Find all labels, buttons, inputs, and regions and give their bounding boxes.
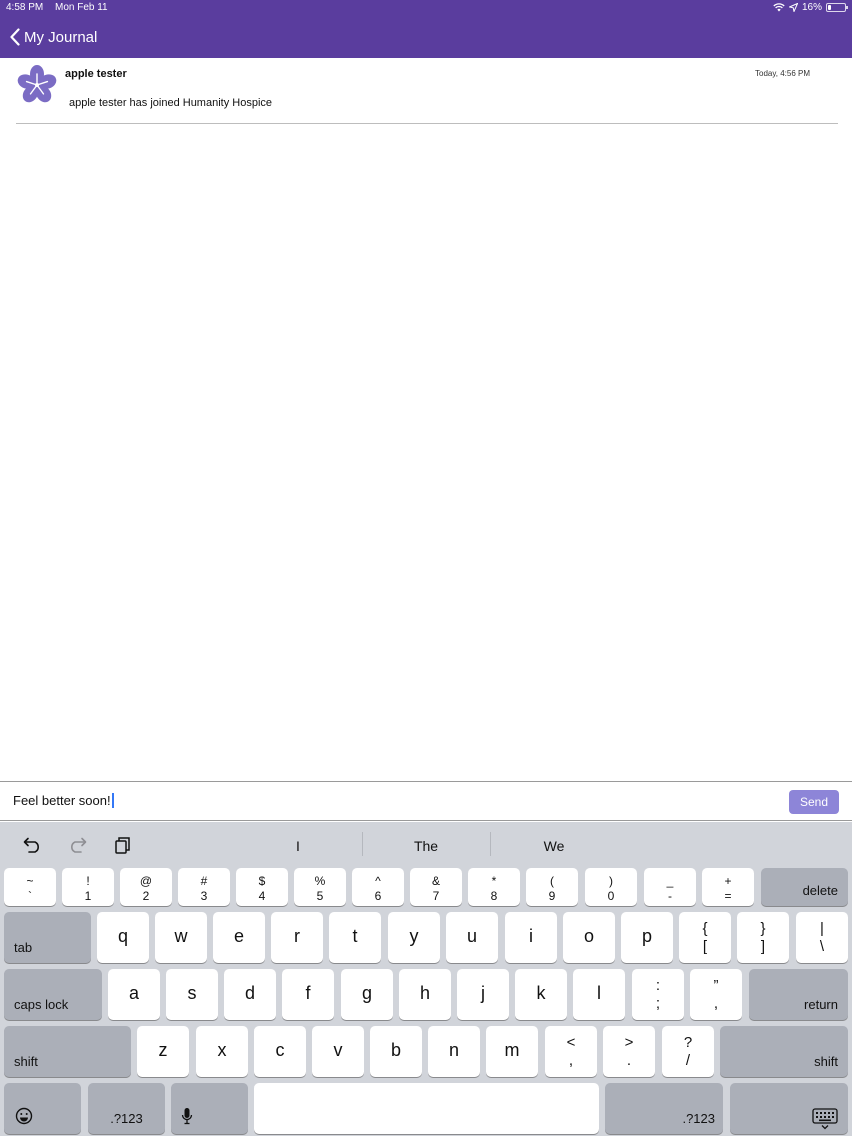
key-2[interactable]: @2: [120, 868, 172, 906]
location-icon: [788, 3, 798, 12]
key-i[interactable]: i: [505, 912, 557, 963]
chevron-left-icon: [10, 28, 20, 46]
key-6[interactable]: ^ 6: [352, 868, 404, 906]
nav-bar: 4:58 PM Mon Feb 11 16% My Journal: [0, 0, 852, 58]
text-caret: [111, 793, 114, 808]
suggestion-3[interactable]: We: [494, 838, 614, 854]
key-0[interactable]: ) 0: [585, 868, 637, 906]
key-numbers-right[interactable]: .?123: [605, 1083, 723, 1134]
key-semicolon[interactable]: :;: [632, 969, 684, 1020]
key-1[interactable]: ! 1: [62, 868, 114, 906]
suggestion-1[interactable]: I: [238, 838, 358, 854]
key-e[interactable]: e: [213, 912, 265, 963]
avatar: [17, 65, 57, 103]
key-9[interactable]: (9: [526, 868, 578, 906]
suggestion-2[interactable]: The: [366, 838, 486, 854]
key-w[interactable]: w: [155, 912, 207, 963]
key-return[interactable]: return: [749, 969, 848, 1020]
battery-percent: 16%: [801, 2, 822, 13]
key-numbers-left[interactable]: .?123: [88, 1083, 165, 1134]
key-b[interactable]: b: [370, 1026, 422, 1077]
key-o[interactable]: o: [563, 912, 615, 963]
message-input-text: Feel better soon!: [13, 793, 111, 808]
key-7[interactable]: & 7: [410, 868, 462, 906]
key-quote[interactable]: ”,: [690, 969, 742, 1020]
wifi-icon: [773, 3, 785, 12]
microphone-icon: [181, 1108, 193, 1125]
undo-button[interactable]: [22, 834, 44, 856]
suggestion-bar: I The We: [0, 822, 852, 866]
key-equals[interactable]: + =: [702, 868, 754, 906]
key-k[interactable]: k: [515, 969, 567, 1020]
key-left-bracket[interactable]: {[: [679, 912, 731, 963]
key-comma[interactable]: <,: [545, 1026, 597, 1077]
keyboard-dismiss-icon: [812, 1108, 838, 1130]
key-c[interactable]: c: [254, 1026, 306, 1077]
key-v[interactable]: v: [312, 1026, 364, 1077]
paste-button[interactable]: [111, 834, 133, 856]
key-backslash[interactable]: | \: [796, 912, 848, 963]
key-delete[interactable]: delete: [761, 868, 848, 906]
key-space[interactable]: [254, 1083, 599, 1134]
key-y[interactable]: y: [388, 912, 440, 963]
clipboard-icon: [115, 837, 130, 854]
status-bar: 4:58 PM Mon Feb 11 16%: [0, 0, 852, 16]
message-composer: Feel better soon! Send: [0, 781, 852, 821]
redo-button[interactable]: [66, 834, 88, 856]
back-label: My Journal: [24, 28, 98, 46]
key-8[interactable]: * 8: [468, 868, 520, 906]
keyboard: I The We ~ ` ! 1 @2 #3 $4 % 5 ^ 6 & 7 * 8 (9 )…: [0, 822, 852, 1136]
entry-message: apple tester has joined Humanity Hospice: [69, 97, 273, 109]
key-j[interactable]: j: [457, 969, 509, 1020]
emoji-icon: [15, 1107, 33, 1125]
key-emoji[interactable]: [4, 1083, 81, 1134]
undo-icon: [23, 837, 39, 853]
key-right-bracket[interactable]: }]: [737, 912, 789, 963]
status-time: 4:58 PM: [6, 2, 44, 13]
key-backtick[interactable]: ~ `: [4, 868, 56, 906]
key-minus[interactable]: _ -: [644, 868, 696, 906]
battery-fill: [828, 5, 831, 10]
flower-icon: [17, 65, 57, 103]
key-5[interactable]: % 5: [294, 868, 346, 906]
key-n[interactable]: n: [428, 1026, 480, 1077]
key-p[interactable]: p: [621, 912, 673, 963]
key-a[interactable]: a: [108, 969, 160, 1020]
key-f[interactable]: f: [282, 969, 334, 1020]
key-r[interactable]: r: [271, 912, 323, 963]
key-hide-keyboard[interactable]: [730, 1083, 848, 1134]
redo-icon: [71, 837, 87, 853]
key-shift-right[interactable]: shift: [720, 1026, 848, 1077]
key-tab[interactable]: tab: [4, 912, 91, 963]
battery-icon: [826, 3, 848, 12]
journal-entry: apple tester Today, 4:56 PM apple tester…: [16, 62, 838, 124]
key-g[interactable]: g: [341, 969, 393, 1020]
status-date: Mon Feb 11: [55, 2, 108, 13]
key-h[interactable]: h: [399, 969, 451, 1020]
key-t[interactable]: t: [329, 912, 381, 963]
key-3[interactable]: #3: [178, 868, 230, 906]
key-period[interactable]: >.: [603, 1026, 655, 1077]
entry-author: apple tester: [65, 68, 127, 80]
key-d[interactable]: d: [224, 969, 276, 1020]
key-caps-lock[interactable]: caps lock: [4, 969, 102, 1020]
key-m[interactable]: m: [486, 1026, 538, 1077]
back-button[interactable]: My Journal: [10, 28, 97, 46]
key-s[interactable]: s: [166, 969, 218, 1020]
key-z[interactable]: z: [137, 1026, 189, 1077]
key-x[interactable]: x: [196, 1026, 248, 1077]
key-4[interactable]: $4: [236, 868, 288, 906]
entry-timestamp: Today, 4:56 PM: [755, 69, 810, 78]
key-u[interactable]: u: [446, 912, 498, 963]
send-button[interactable]: Send: [789, 790, 839, 814]
key-slash[interactable]: ? /: [662, 1026, 714, 1077]
key-q[interactable]: q: [97, 912, 149, 963]
message-input[interactable]: Feel better soon!: [13, 793, 114, 808]
key-shift-left[interactable]: shift: [4, 1026, 131, 1077]
key-l[interactable]: l: [573, 969, 625, 1020]
key-dictation[interactable]: [171, 1083, 248, 1134]
